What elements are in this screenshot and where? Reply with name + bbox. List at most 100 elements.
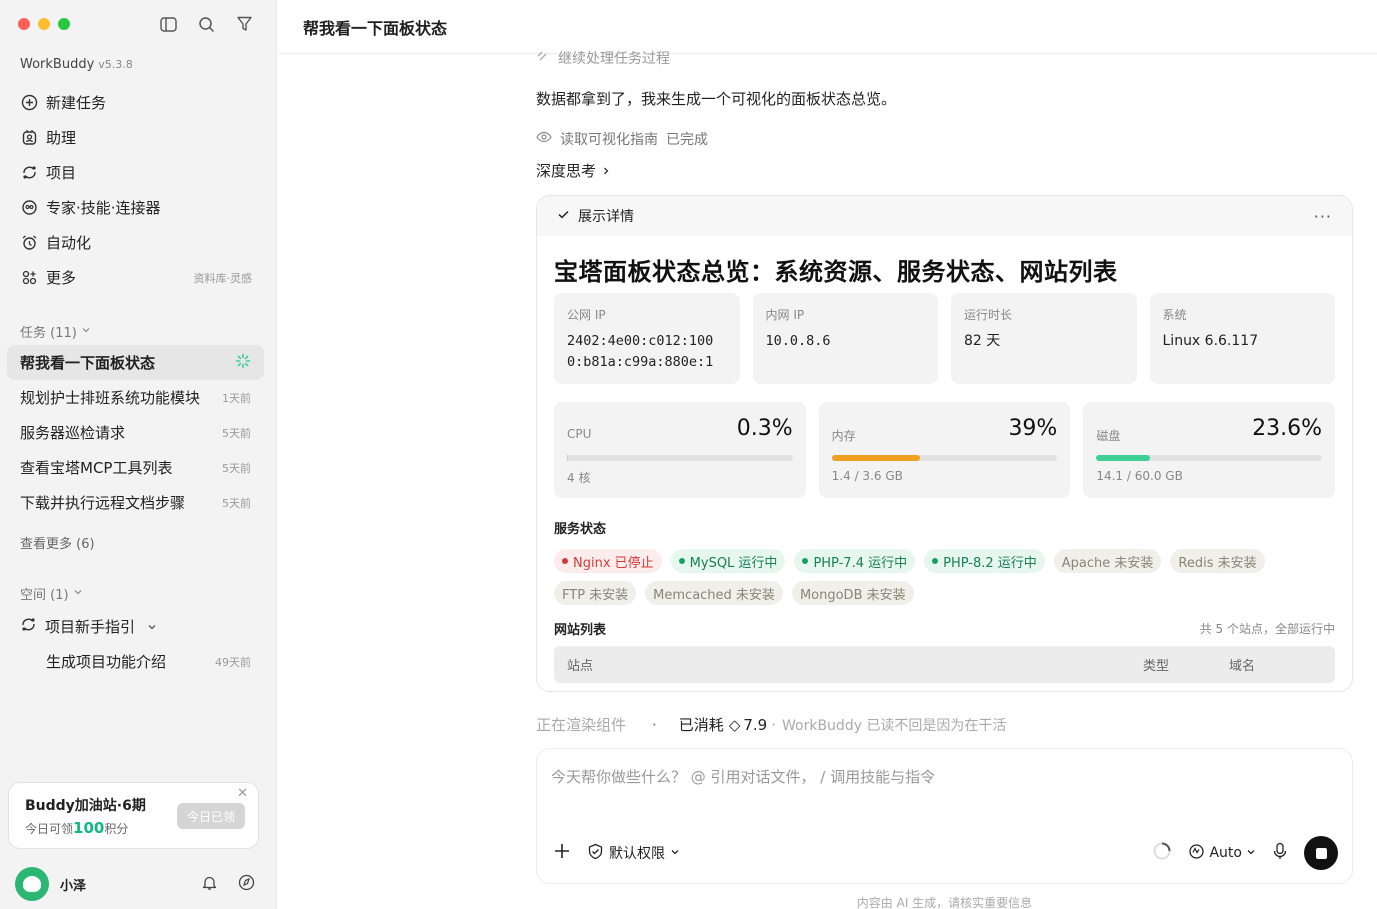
tasks-section-header[interactable]: 任务 (11) (20, 322, 91, 341)
service-tag-label: Apache 未安装 (1061, 555, 1154, 571)
card-header[interactable]: 展示详情 ··· (537, 196, 1352, 236)
conversation-header: 帮我看一下面板状态 (278, 0, 1377, 54)
bell-icon[interactable] (201, 874, 218, 895)
stop-button[interactable] (1304, 836, 1338, 870)
minimize-window-button[interactable] (38, 18, 50, 30)
close-window-button[interactable] (18, 18, 30, 30)
space-project-label: 项目新手指引 (45, 618, 136, 636)
consumed-label: 已消耗 (678, 716, 724, 734)
sites-header: 网站列表 共 5 个站点，全部运行中 (554, 619, 1335, 638)
nav-new-task[interactable]: 新建任务 (12, 85, 264, 120)
deep-think-toggle[interactable]: 深度思考 (536, 160, 611, 181)
info-value: 82 天 (964, 333, 1001, 349)
dashboard-title: 宝塔面板状态总览：系统资源、服务状态、网站列表 (554, 258, 1118, 286)
task-item-active[interactable]: 帮我看一下面板状态 (7, 345, 264, 380)
plus-circle-icon (20, 94, 38, 112)
info-grid: 公网 IP 2402:4e00:c012:100 0:b81a:c99a:880… (554, 293, 1335, 384)
nav-automation[interactable]: 自动化 (12, 225, 264, 260)
sparkle-icon (536, 49, 550, 67)
nav-project[interactable]: 项目 (12, 155, 264, 190)
working-note: WorkBuddy 已读不回是因为在干活 (782, 717, 1007, 734)
task-item[interactable]: 查看宝塔MCP工具列表 5天前 (7, 450, 264, 485)
task-label: 服务器巡检请求 (20, 424, 126, 442)
permission-dropdown[interactable]: 默认权限 (587, 843, 680, 864)
space-sub-time: 49天前 (215, 656, 251, 669)
show-details-label: 展示详情 (578, 209, 634, 225)
task-item[interactable]: 服务器巡检请求 5天前 (7, 415, 264, 450)
col-type[interactable]: 类型 (1143, 655, 1229, 674)
model-icon (1188, 843, 1205, 864)
metric-disk: 磁盘 23.6% 14.1 / 60.0 GB (1083, 402, 1336, 498)
status-dot-icon (562, 558, 568, 564)
chevron-down-icon (147, 618, 157, 636)
alarm-clock-icon (20, 234, 38, 252)
col-site[interactable]: 站点 (567, 655, 1143, 674)
nav-assistant[interactable]: 助理 (12, 120, 264, 155)
user-name: 小泽 (60, 878, 87, 894)
service-tag: Apache 未安装 (1053, 549, 1162, 573)
project-icon (20, 616, 37, 637)
nav-label: 新建任务 (46, 94, 107, 112)
metric-bar-fill (831, 455, 920, 461)
info-label: 系统 (1162, 308, 1187, 322)
service-tag-label: PHP-8.2 运行中 (943, 555, 1037, 571)
task-item[interactable]: 下载并执行远程文档步骤 5天前 (7, 485, 264, 520)
close-icon[interactable]: ✕ (237, 786, 248, 801)
claim-button[interactable]: 今日已领 (176, 803, 245, 829)
promo-sub-prefix: 今日可领 (25, 822, 74, 836)
task-item[interactable]: 规划护士排班系统功能模块 1天前 (7, 380, 264, 415)
info-system: 系统 Linux 6.6.117 (1149, 293, 1335, 384)
project-icon (20, 164, 38, 182)
nav-label: 更多 (46, 269, 77, 287)
promo-sub-suffix: 积分 (104, 822, 129, 836)
loading-spinner-icon (235, 353, 251, 372)
nav-more[interactable]: 更多 资料库·灵感 (12, 260, 264, 295)
search-icon[interactable] (196, 14, 216, 34)
task-list: 帮我看一下面板状态 规划护士排班系统功能模块 1天前 服务器巡检请求 5天前 查… (7, 345, 264, 520)
task-label: 规划护士排班系统功能模块 (20, 389, 201, 407)
permission-label: 默认权限 (609, 846, 665, 862)
separator-dot: · (652, 715, 657, 734)
status-line: 正在渲染组件 · 已消耗 ◇ 7.9 · WorkBuddy 已读不回是因为在干… (536, 714, 1006, 735)
filter-icon[interactable] (234, 14, 254, 34)
info-label: 公网 IP (567, 308, 606, 322)
service-tag-label: FTP 未安装 (562, 587, 629, 603)
sidebar-toggle-icon[interactable] (158, 14, 178, 34)
window-controls (18, 18, 70, 30)
add-attachment-icon[interactable] (553, 842, 571, 864)
assistant-icon (20, 129, 38, 147)
metric-bar (567, 455, 793, 461)
more-options-icon[interactable]: ··· (1314, 207, 1332, 226)
page-title: 帮我看一下面板状态 (303, 18, 448, 38)
compass-icon[interactable] (238, 874, 255, 895)
model-selector[interactable]: Auto (1188, 843, 1256, 864)
space-sub-item[interactable]: 生成项目功能介绍 49天前 (46, 651, 251, 672)
check-icon (557, 208, 570, 225)
composer-input[interactable]: 今天帮你做些什么？ @ 引用对话文件， / 调用技能与指令 (551, 766, 935, 787)
status-dot-icon (932, 558, 939, 564)
see-more-link[interactable]: 查看更多 (6) (20, 533, 95, 552)
info-private-ip: 内网 IP 10.0.8.6 (752, 293, 938, 384)
service-tag: Memcached 未安装 (645, 581, 783, 605)
service-tag-label: MySQL 运行中 (689, 555, 778, 571)
maximize-window-button[interactable] (58, 18, 70, 30)
space-label: 空间 (1) (20, 588, 69, 603)
service-tag-label: MongoDB 未安装 (799, 587, 906, 603)
microphone-icon[interactable] (1272, 842, 1288, 864)
credits-value: 7.9 (743, 715, 768, 734)
space-section-header[interactable]: 空间 (1) (20, 584, 83, 603)
col-domain[interactable]: 域名 (1229, 655, 1255, 674)
message-composer[interactable]: 今天帮你做些什么？ @ 引用对话文件， / 调用技能与指令 默认权限 Auto (536, 748, 1353, 884)
app-name: WorkBuddy (20, 57, 95, 72)
space-project-item[interactable]: 项目新手指引 (20, 616, 157, 637)
service-tag-label: PHP-7.4 运行中 (813, 555, 908, 571)
tool-step: 读取可视化指南 已完成 (536, 129, 708, 149)
avatar[interactable] (15, 867, 49, 901)
chevron-right-icon (601, 162, 611, 180)
info-value: Linux 6.6.117 (1162, 333, 1259, 349)
info-value: 10.0.8.6 (765, 333, 831, 349)
nav-label: 助理 (46, 129, 77, 147)
metric-sub: 14.1 / 60.0 GB (1096, 469, 1183, 483)
nav-experts[interactable]: 专家·技能·连接器 (12, 190, 264, 225)
dashboard-card: 展示详情 ··· 宝塔面板状态总览：系统资源、服务状态、网站列表 公网 IP 2… (536, 195, 1353, 692)
